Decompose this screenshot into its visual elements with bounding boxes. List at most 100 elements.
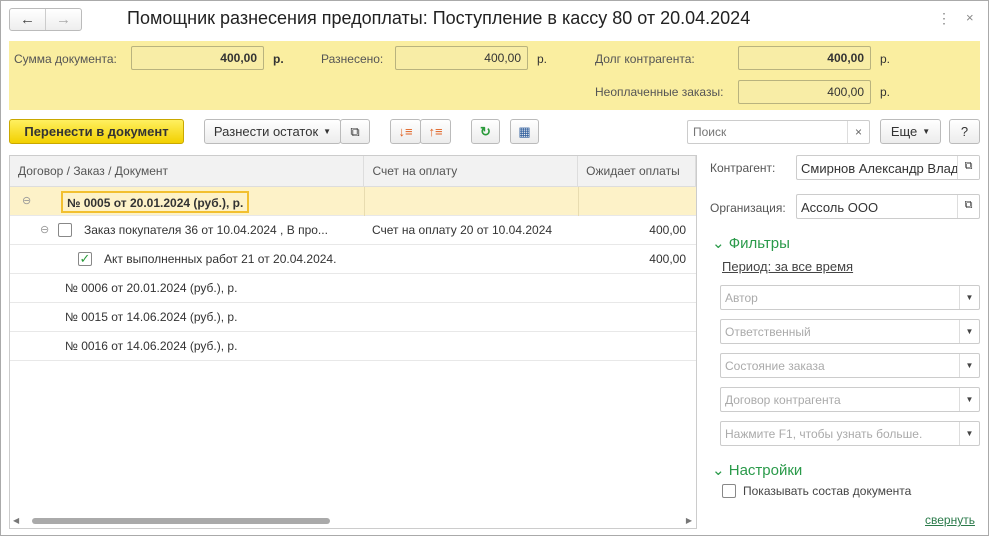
dropdown-arrow-icon[interactable]: ▼ (959, 286, 979, 309)
row-checkbox[interactable]: ✓ (78, 252, 92, 266)
dropdown-arrow-icon[interactable]: ▼ (959, 422, 979, 445)
org-value: Ассоль ООО (801, 200, 879, 215)
hierarchy-button[interactable]: ▦ (510, 119, 539, 144)
scrollbar-thumb[interactable] (32, 518, 330, 524)
filter-select[interactable]: Нажмите F1, чтобы узнать больше. ▼ (720, 421, 980, 446)
filter-select[interactable]: Ответственный ▼ (720, 319, 980, 344)
table-row[interactable]: ⊖ Заказ покупателя 36 от 10.04.2024 , В п… (10, 216, 696, 245)
chevron-down-icon: ⌄ (712, 235, 725, 252)
row-text: № 0006 от 20.01.2024 (руб.), р. (65, 281, 238, 295)
collapse-icon[interactable]: ⊖ (22, 194, 31, 207)
allocated-label: Разнесено: (321, 52, 384, 66)
sort-asc-icon: ↑≡ (428, 124, 443, 139)
settings-title: Настройки (728, 462, 803, 479)
debt-field[interactable]: 400,00 (738, 46, 871, 70)
unpaid-field[interactable]: 400,00 (738, 80, 871, 104)
row-text: Акт выполненных работ 21 от 20.04.2024. (104, 252, 337, 266)
dropdown-arrow-icon[interactable]: ▼ (959, 320, 979, 343)
filter-select[interactable]: Состояние заказа ▼ (720, 353, 980, 378)
currency-label: р. (537, 52, 548, 66)
table-row[interactable]: № 0016 от 14.06.2024 (руб.), р. (10, 332, 696, 361)
close-icon[interactable]: × (966, 10, 974, 25)
refresh-button[interactable]: ↻ (471, 119, 500, 144)
collapse-link[interactable]: свернуть (925, 513, 975, 527)
dropdown-arrow-icon[interactable]: ▼ (959, 354, 979, 377)
counterparty-value: Смирнов Александр Влад (801, 161, 959, 176)
divider (578, 187, 579, 216)
show-composition-label: Показывать состав документа (743, 484, 912, 498)
filter-placeholder: Автор (725, 291, 758, 305)
filters-title: Фильтры (728, 235, 790, 252)
assistant-window: ← → Помощник разнесения предоплаты: Пост… (0, 0, 989, 536)
table-row[interactable]: ✓ Акт выполненных работ 21 от 20.04.2024.… (10, 245, 696, 274)
filter-placeholder: Договор контрагента (725, 393, 841, 407)
more-label: Еще (890, 124, 918, 139)
dropdown-arrow-icon[interactable]: ▼ (959, 388, 979, 411)
clear-search-icon[interactable]: × (847, 121, 869, 143)
divider (364, 187, 365, 216)
row-checkbox[interactable] (58, 223, 72, 237)
unpaid-label: Неоплаченные заказы: (595, 85, 724, 99)
distribute-label: Разнести остаток (213, 124, 319, 139)
open-icon[interactable]: ⧉ (957, 195, 979, 218)
chevron-down-icon: ▼ (922, 127, 931, 136)
checkbox[interactable] (722, 484, 736, 498)
filters-group-toggle[interactable]: ⌄ Фильтры (712, 234, 790, 252)
doc-sum-label: Сумма документа: (14, 52, 117, 66)
collapse-icon[interactable]: ⊖ (40, 223, 49, 236)
row-text: № 0005 от 20.01.2024 (руб.), р. (61, 191, 250, 213)
allocated-field[interactable]: 400,00 (395, 46, 528, 70)
row-text: № 0016 от 14.06.2024 (руб.), р. (65, 339, 238, 353)
hierarchy-icon: ▦ (518, 123, 531, 139)
back-arrow-icon[interactable]: ← (10, 9, 45, 30)
window-title: Помощник разнесения предоплаты: Поступле… (127, 8, 751, 28)
row-text: Заказ покупателя 36 от 10.04.2024 , В пр… (84, 223, 328, 237)
chevron-down-icon: ▼ (323, 127, 332, 136)
counterparty-field[interactable]: Смирнов Александр Влад ⧉ (796, 155, 980, 180)
column-header-invoice[interactable]: Счет на оплату (364, 156, 579, 186)
table-row[interactable]: № 0006 от 20.01.2024 (руб.), р. (10, 274, 696, 303)
column-header-contract[interactable]: Договор / Заказ / Документ (10, 156, 365, 186)
org-label: Организация: (710, 201, 786, 215)
counterparty-label: Контрагент: (710, 161, 776, 175)
show-composition-checkbox[interactable]: Показывать состав документа (722, 484, 911, 498)
org-field[interactable]: Ассоль ООО ⧉ (796, 194, 980, 219)
table-row[interactable]: № 0015 от 14.06.2024 (руб.), р. (10, 303, 696, 332)
grid-header: Договор / Заказ / Документ Счет на оплат… (10, 156, 696, 187)
refresh-icon: ↻ (480, 123, 491, 139)
sort-asc-button[interactable]: ↑≡ (420, 119, 451, 144)
row-amount: 400,00 (649, 252, 686, 266)
search-box: × (687, 120, 870, 144)
more-menu-icon[interactable]: ⋮ (937, 10, 951, 27)
chevron-down-icon: ⌄ (712, 462, 725, 479)
currency-label: р. (880, 52, 891, 66)
period-link[interactable]: Период: за все время (722, 259, 853, 274)
distribute-remainder-button[interactable]: Разнести остаток ▼ (204, 119, 341, 144)
filter-select[interactable]: Договор контрагента ▼ (720, 387, 980, 412)
search-input[interactable] (691, 122, 846, 142)
filter-placeholder: Нажмите F1, чтобы узнать больше. (725, 427, 923, 441)
help-button[interactable]: ? (949, 119, 980, 144)
open-icon[interactable]: ⧉ (957, 156, 979, 179)
doc-sum-field[interactable]: 400,00 (131, 46, 264, 70)
table-row[interactable]: ⊖ № 0005 от 20.01.2024 (руб.), р. (10, 187, 696, 216)
sort-desc-button[interactable]: ↓≡ (390, 119, 421, 144)
nav-buttons: ← → (9, 8, 82, 31)
row-text: № 0015 от 14.06.2024 (руб.), р. (65, 310, 238, 324)
filter-placeholder: Состояние заказа (725, 359, 825, 373)
orders-grid: Договор / Заказ / Документ Счет на оплат… (9, 155, 697, 529)
debt-label: Долг контрагента: (595, 52, 695, 66)
filter-select[interactable]: Автор ▼ (720, 285, 980, 310)
column-header-awaiting[interactable]: Ожидает оплаты (578, 156, 696, 186)
transfer-to-document-button[interactable]: Перенести в документ (9, 119, 184, 144)
scroll-left-icon: ◀ (13, 516, 20, 525)
currency-label: р. (880, 85, 891, 99)
filter-placeholder: Ответственный (725, 325, 811, 339)
forward-arrow-icon[interactable]: → (45, 9, 81, 30)
copy-icon: ⧉ (350, 123, 360, 139)
horizontal-scrollbar[interactable]: ◀ ▶ (10, 514, 696, 528)
copy-button[interactable]: ⧉ (340, 119, 370, 144)
settings-group-toggle[interactable]: ⌄ Настройки (712, 461, 802, 479)
row-invoice: Счет на оплату 20 от 10.04.2024 (372, 223, 553, 237)
more-button[interactable]: Еще ▼ (880, 119, 941, 144)
